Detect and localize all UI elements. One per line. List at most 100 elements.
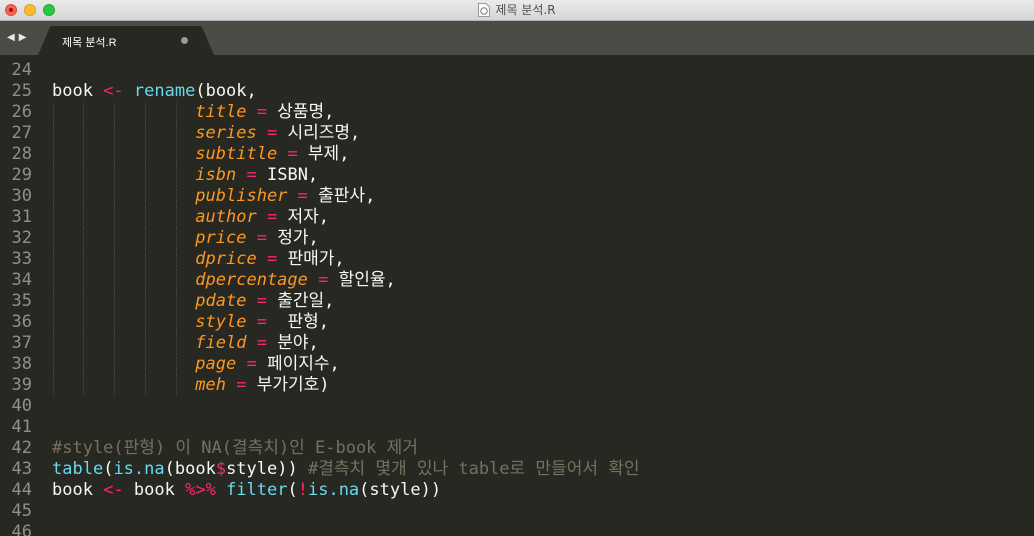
code-line[interactable]: 40 [0, 396, 1034, 417]
code-token: = [297, 186, 308, 206]
code-editor[interactable]: 24 25 book <- rename(book, 26 title = 상품명, 2… [0, 55, 1034, 536]
code-line[interactable]: 42 #style(판형) 이 NA(결측치)인 E-book 제거 [0, 438, 1034, 459]
code-token: %>% [185, 480, 216, 500]
code-text: meh = 부가기호) [52, 375, 330, 396]
code-token: is.na [307, 480, 360, 500]
code-text: book <- rename(book, [52, 81, 257, 102]
code-token: 부가기호) [246, 375, 330, 395]
code-line[interactable]: 34 dpercentage = 할인율, [0, 270, 1034, 291]
code-line[interactable]: 33 dprice = 판매가, [0, 249, 1034, 270]
code-line[interactable]: 46 [0, 522, 1034, 536]
code-line[interactable]: 37 field = 분야, [0, 333, 1034, 354]
code-token: = [287, 144, 298, 164]
line-number: 36 [11, 312, 32, 332]
code-line[interactable]: 32 price = 정가, [0, 228, 1034, 249]
code-token: 할인율, [328, 270, 396, 290]
line-number: 25 [11, 81, 32, 101]
code-token: = [318, 270, 329, 290]
code-token: #결측치 몇개 있나 table로 만들어서 확인 [307, 459, 640, 479]
code-token: ! [297, 480, 308, 500]
code-token: (book, [195, 81, 257, 101]
line-number: 42 [11, 438, 32, 458]
code-text: table(is.na(book$style)) #결측치 몇개 있나 tabl… [52, 459, 640, 480]
code-line[interactable]: 31 author = 저자, [0, 207, 1034, 228]
code-token: 저자, [277, 207, 329, 227]
code-token: pdate [195, 291, 247, 311]
line-number: 41 [11, 417, 32, 437]
line-number: 37 [11, 333, 32, 353]
code-token: 페이지수, [256, 354, 340, 374]
code-text: author = 저자, [52, 207, 329, 228]
line-number: 24 [11, 60, 32, 80]
code-line[interactable]: 44 book <- book %>% filter(!is.na(style)) [0, 480, 1034, 501]
code-token: field [195, 333, 247, 353]
code-line[interactable]: 24 [0, 60, 1034, 81]
tab-next-icon[interactable]: ▶ [19, 32, 31, 43]
code-token: book [52, 81, 104, 101]
code-text: #style(판형) 이 NA(결측치)인 E-book 제거 [52, 438, 418, 459]
code-token: is.na [113, 459, 165, 479]
tab-active-file[interactable]: 제목 분석.R [38, 26, 214, 55]
code-token: = [236, 375, 247, 395]
code-line[interactable]: 38 page = 페이지수, [0, 354, 1034, 375]
line-number: 33 [11, 249, 32, 269]
line-number: 40 [11, 396, 32, 416]
code-token: 부제, [297, 144, 350, 164]
code-token: ISBN, [256, 165, 319, 185]
code-token: filter [226, 480, 288, 500]
code-token: series [195, 123, 257, 143]
code-token: style)) [226, 459, 308, 479]
code-token: ( [103, 459, 114, 479]
code-token: = [266, 123, 278, 143]
tab-nav-arrows[interactable]: ◀▶ [7, 32, 30, 43]
code-token: $ [215, 459, 227, 479]
code-line[interactable]: 43 table(is.na(book$style)) #결측치 몇개 있나 ta… [0, 459, 1034, 480]
code-token: 정가, [266, 228, 319, 248]
code-text: price = 정가, [52, 228, 319, 249]
tab-prev-icon[interactable]: ◀ [7, 32, 19, 43]
code-token: 상품명, [266, 102, 335, 122]
code-line[interactable]: 29 isbn = ISBN, [0, 165, 1034, 186]
code-line[interactable]: 45 [0, 501, 1034, 522]
code-text: series = 시리즈명, [52, 123, 360, 144]
code-line[interactable]: 35 pdate = 출간일, [0, 291, 1034, 312]
code-token: = [256, 312, 267, 332]
code-line[interactable]: 39 meh = 부가기호) [0, 375, 1034, 396]
code-line[interactable]: 27 series = 시리즈명, [0, 123, 1034, 144]
code-token: = [246, 165, 257, 185]
code-line[interactable]: 30 publisher = 출판사, [0, 186, 1034, 207]
line-number: 44 [11, 480, 32, 500]
code-token: = [266, 249, 278, 269]
code-text: pdate = 출간일, [52, 291, 334, 312]
code-text: page = 페이지수, [52, 354, 340, 375]
line-number: 27 [11, 123, 32, 143]
code-line[interactable]: 36 style = 판형, [0, 312, 1034, 333]
unsaved-dot-icon[interactable] [181, 37, 188, 44]
code-line[interactable]: 28 subtitle = 부제, [0, 144, 1034, 165]
line-number: 31 [11, 207, 32, 227]
code-token: 분야, [266, 333, 319, 353]
window-title-text: 제목 분석.R [495, 3, 556, 17]
line-number: 30 [11, 186, 32, 206]
code-line[interactable]: 25 book <- rename(book, [0, 81, 1034, 102]
line-number: 29 [11, 165, 32, 185]
code-text: field = 분야, [52, 333, 319, 354]
code-token: subtitle [195, 144, 278, 164]
code-token: 판형, [266, 312, 329, 332]
code-line[interactable]: 26 title = 상품명, [0, 102, 1034, 123]
code-token: #style(판형) 이 NA(결측치)인 E-book 제거 [52, 438, 418, 458]
code-line[interactable]: 41 [0, 417, 1034, 438]
